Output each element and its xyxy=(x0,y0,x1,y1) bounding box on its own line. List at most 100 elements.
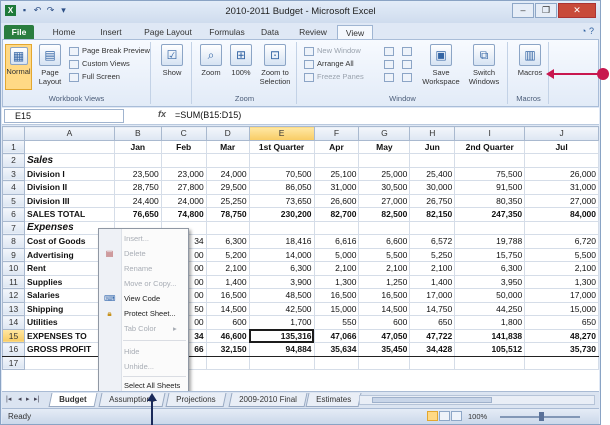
cell[interactable]: 24,000 xyxy=(205,166,250,181)
cell[interactable] xyxy=(524,220,599,235)
cell[interactable] xyxy=(23,139,115,154)
row-header[interactable]: 7 xyxy=(2,220,25,235)
menu-item-rename[interactable]: Rename xyxy=(124,263,152,275)
column-header[interactable]: G xyxy=(358,126,411,141)
cell[interactable]: 27,800 xyxy=(160,180,207,195)
cell[interactable] xyxy=(358,355,411,370)
cell[interactable]: 30,000 xyxy=(409,180,456,195)
cell[interactable]: 27,000 xyxy=(524,193,599,208)
cell[interactable]: 86,050 xyxy=(248,180,315,195)
freeze-panes-button[interactable]: Freeze Panes xyxy=(304,71,364,82)
cell[interactable] xyxy=(454,220,526,235)
cell[interactable]: 6,300 xyxy=(248,261,315,276)
column-header[interactable]: A xyxy=(23,126,115,141)
page-break-status-icon[interactable] xyxy=(451,411,462,421)
column-header[interactable]: F xyxy=(313,126,360,141)
help-icon[interactable]: ◔ ? xyxy=(581,26,594,36)
cell[interactable] xyxy=(409,153,456,168)
row-header[interactable]: 8 xyxy=(2,234,25,249)
cell[interactable]: 48,500 xyxy=(248,288,315,303)
row-header[interactable]: 6 xyxy=(2,207,25,222)
cell[interactable]: 23,500 xyxy=(113,166,162,181)
column-header[interactable]: H xyxy=(409,126,456,141)
cell[interactable] xyxy=(313,220,360,235)
macros-button[interactable]: ▥ Macros xyxy=(515,44,545,77)
cell[interactable]: 26,750 xyxy=(409,193,456,208)
minimize-button[interactable]: – xyxy=(512,3,534,18)
cell[interactable] xyxy=(358,153,411,168)
cell[interactable]: 14,500 xyxy=(205,301,250,316)
fx-icon[interactable]: fx xyxy=(158,109,166,119)
cell[interactable]: Apr xyxy=(313,139,360,154)
cell[interactable]: 17,000 xyxy=(409,288,456,303)
cell[interactable]: Feb xyxy=(160,139,207,154)
first-sheet-icon[interactable]: |◂ xyxy=(6,395,11,403)
cell[interactable]: 2,100 xyxy=(313,261,360,276)
cell[interactable]: 5,500 xyxy=(358,247,411,262)
cell[interactable]: 141,838 xyxy=(454,328,526,343)
next-sheet-icon[interactable]: ▸ xyxy=(26,395,30,403)
cell[interactable]: 17,000 xyxy=(524,288,599,303)
cell[interactable]: Jun xyxy=(409,139,456,154)
cell[interactable]: 91,500 xyxy=(454,180,526,195)
cell[interactable]: 35,730 xyxy=(524,342,599,357)
cell[interactable]: Jan xyxy=(113,139,162,154)
cell[interactable]: 1,400 xyxy=(205,274,250,289)
cell[interactable]: 23,000 xyxy=(160,166,207,181)
row-header[interactable]: 4 xyxy=(2,180,25,195)
row-header[interactable]: 13 xyxy=(2,301,25,316)
cell[interactable]: 47,050 xyxy=(358,328,411,343)
hide-window-button[interactable] xyxy=(384,58,397,69)
menu-item-hide[interactable]: Hide xyxy=(124,346,139,358)
tab-formulas[interactable]: Formulas xyxy=(204,25,250,39)
split-button[interactable] xyxy=(384,45,397,56)
cell[interactable]: 19,788 xyxy=(454,234,526,249)
cell[interactable]: 48,270 xyxy=(524,328,599,343)
sheet-tab-budget[interactable]: Budget xyxy=(48,393,98,407)
row-header[interactable]: 15 xyxy=(2,328,25,343)
cell[interactable]: 73,650 xyxy=(248,193,315,208)
last-sheet-icon[interactable]: ▸| xyxy=(34,395,39,403)
cell[interactable] xyxy=(205,153,250,168)
menu-item-delete[interactable]: Delete xyxy=(124,248,146,260)
zoom-100-button[interactable]: ⊞ 100% xyxy=(227,44,255,77)
cell[interactable]: 16,500 xyxy=(313,288,360,303)
zoom-slider-handle[interactable] xyxy=(539,412,544,421)
cell[interactable]: 2,100 xyxy=(409,261,456,276)
cell[interactable]: 14,500 xyxy=(358,301,411,316)
cell[interactable]: 25,250 xyxy=(205,193,250,208)
cell[interactable]: Sales xyxy=(23,153,115,168)
tab-page-layout[interactable]: Page Layout xyxy=(139,25,197,39)
cell[interactable]: 2,100 xyxy=(205,261,250,276)
cell[interactable]: 1,250 xyxy=(358,274,411,289)
cell[interactable] xyxy=(113,153,162,168)
cell[interactable]: 1,800 xyxy=(454,315,526,330)
cell[interactable]: 2nd Quarter xyxy=(454,139,526,154)
column-header[interactable]: E xyxy=(248,126,315,141)
tab-home[interactable]: Home xyxy=(44,25,84,39)
cell[interactable]: 550 xyxy=(313,315,360,330)
cell[interactable]: 70,500 xyxy=(248,166,315,181)
cell[interactable]: 26,000 xyxy=(524,166,599,181)
cell[interactable]: 1,400 xyxy=(409,274,456,289)
cell[interactable]: 18,416 xyxy=(248,234,315,249)
cell[interactable]: Mar xyxy=(205,139,250,154)
column-header[interactable]: I xyxy=(454,126,526,141)
view-side-by-side-button[interactable] xyxy=(402,45,415,56)
cell[interactable] xyxy=(409,355,456,370)
cell[interactable] xyxy=(524,355,599,370)
cell[interactable]: 35,450 xyxy=(358,342,411,357)
cell[interactable]: 6,616 xyxy=(313,234,360,249)
cell[interactable] xyxy=(409,220,456,235)
cell[interactable]: 600 xyxy=(205,315,250,330)
row-header[interactable]: 2 xyxy=(2,153,25,168)
cell[interactable]: 76,650 xyxy=(113,207,162,222)
row-header[interactable]: 16 xyxy=(2,342,25,357)
cell[interactable]: 5,000 xyxy=(313,247,360,262)
cell[interactable]: 2,100 xyxy=(524,261,599,276)
cell[interactable] xyxy=(454,355,526,370)
tab-data[interactable]: Data xyxy=(254,25,286,39)
normal-view-status-icon[interactable] xyxy=(427,411,438,421)
cell[interactable]: 24,000 xyxy=(160,193,207,208)
cell[interactable]: Jul xyxy=(524,139,599,154)
